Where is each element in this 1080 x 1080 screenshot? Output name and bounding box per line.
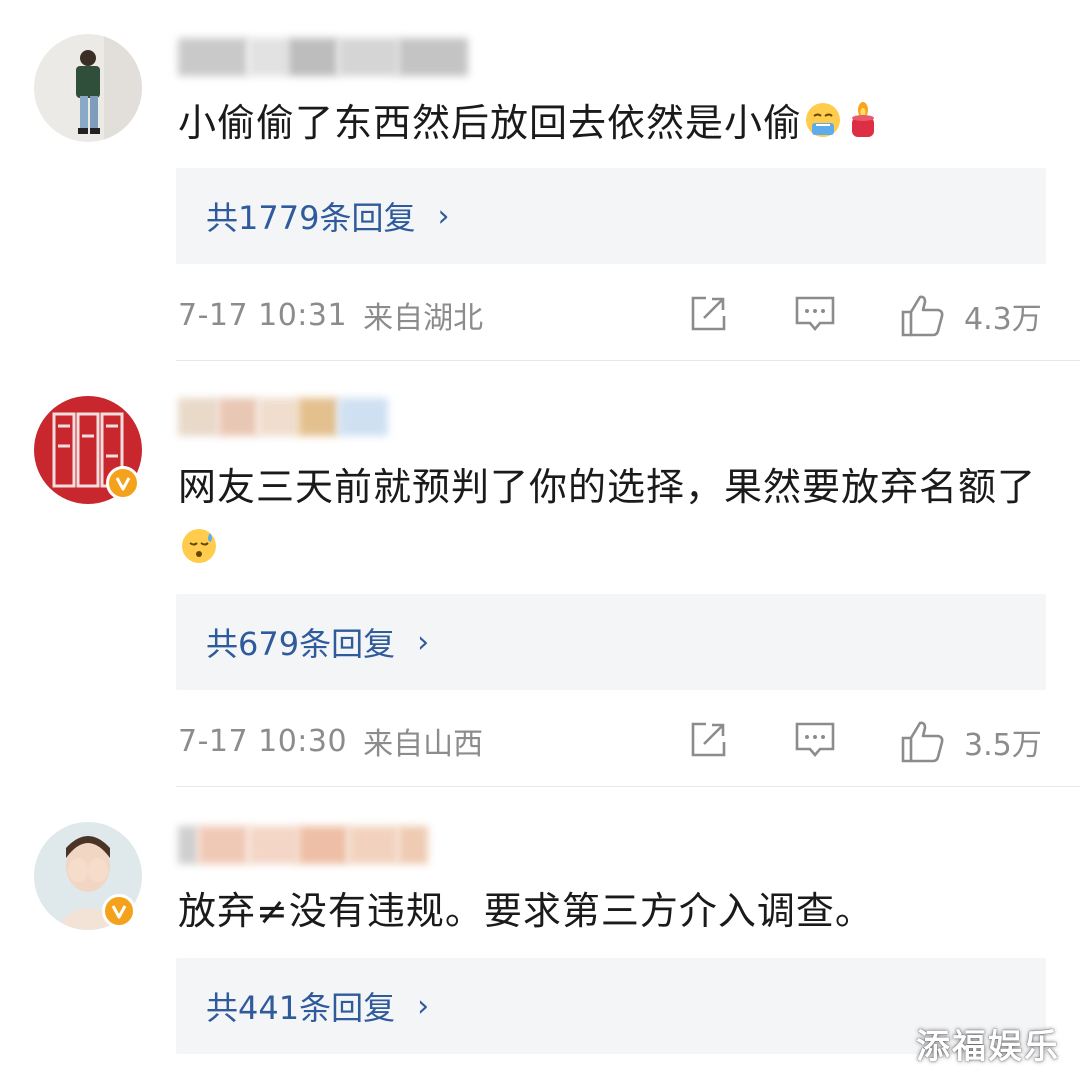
comment-actions: 4.3万 (688, 290, 1044, 340)
blurred-username[interactable] (178, 34, 468, 80)
comment-body: 小偷偷了东西然后放回去依然是小偷 (178, 101, 803, 145)
thumbs-up-icon (901, 721, 944, 763)
location: 来自湖北 (363, 301, 484, 336)
replies-count-label: 共441条回复 (206, 989, 396, 1027)
avatar[interactable] (34, 34, 142, 142)
comment-text: 小偷偷了东西然后放回去依然是小偷 (178, 94, 1040, 155)
watermark: 添福娱乐 (916, 1027, 1060, 1067)
comment-icon (795, 296, 835, 332)
blurred-username[interactable] (178, 822, 428, 868)
comment-text: 放弃≠没有违规。要求第三方介入调查。 (178, 882, 1040, 940)
chevron-right-icon: › (417, 988, 430, 1024)
comment-meta: 7-17 10:30 来自山西 3.5万 (178, 716, 1044, 766)
comment-meta: 7-17 10:31 来自湖北 4.3万 (178, 290, 1044, 340)
replies-count-label: 共1779条回复 (206, 199, 416, 237)
timestamp: 7-17 10:31 (178, 297, 348, 333)
share-button[interactable] (688, 720, 728, 760)
verified-v-badge-icon (106, 466, 140, 500)
view-replies-button[interactable]: 共1779条回复 › (176, 168, 1046, 264)
comment-body: 放弃≠没有违规。要求第三方介入调查。 (178, 889, 874, 933)
share-button[interactable] (688, 294, 728, 334)
divider (176, 786, 1080, 787)
divider (176, 360, 1080, 361)
replies-count-label: 共679条回复 (206, 625, 396, 663)
verified-v-badge-icon (102, 894, 136, 928)
candle-emoji (844, 97, 882, 155)
chevron-right-icon: › (417, 624, 430, 660)
like-button[interactable]: 3.5万 (900, 720, 1042, 764)
chevron-right-icon: › (437, 198, 450, 234)
weary-face-emoji (804, 97, 842, 155)
comment-actions: 3.5万 (688, 716, 1044, 766)
comment-icon (795, 722, 835, 758)
thumbs-up-icon (901, 295, 944, 337)
share-icon (691, 296, 726, 331)
like-button[interactable]: 4.3万 (900, 294, 1042, 338)
comment-text: 网友三天前就预判了你的选择，果然要放弃名额了 (178, 456, 1040, 583)
location: 来自山西 (363, 727, 484, 762)
like-count: 4.3万 (964, 302, 1042, 337)
comment-body: 网友三天前就预判了你的选择，果然要放弃名额了 (178, 465, 1037, 509)
like-count: 3.5万 (964, 728, 1042, 763)
timestamp: 7-17 10:30 (178, 723, 348, 759)
sweat-face-emoji (180, 521, 218, 583)
view-replies-button[interactable]: 共679条回复 › (176, 594, 1046, 690)
blurred-username[interactable] (178, 394, 388, 440)
comment-button[interactable] (794, 720, 836, 760)
share-icon (691, 722, 726, 757)
comment-button[interactable] (794, 294, 836, 334)
